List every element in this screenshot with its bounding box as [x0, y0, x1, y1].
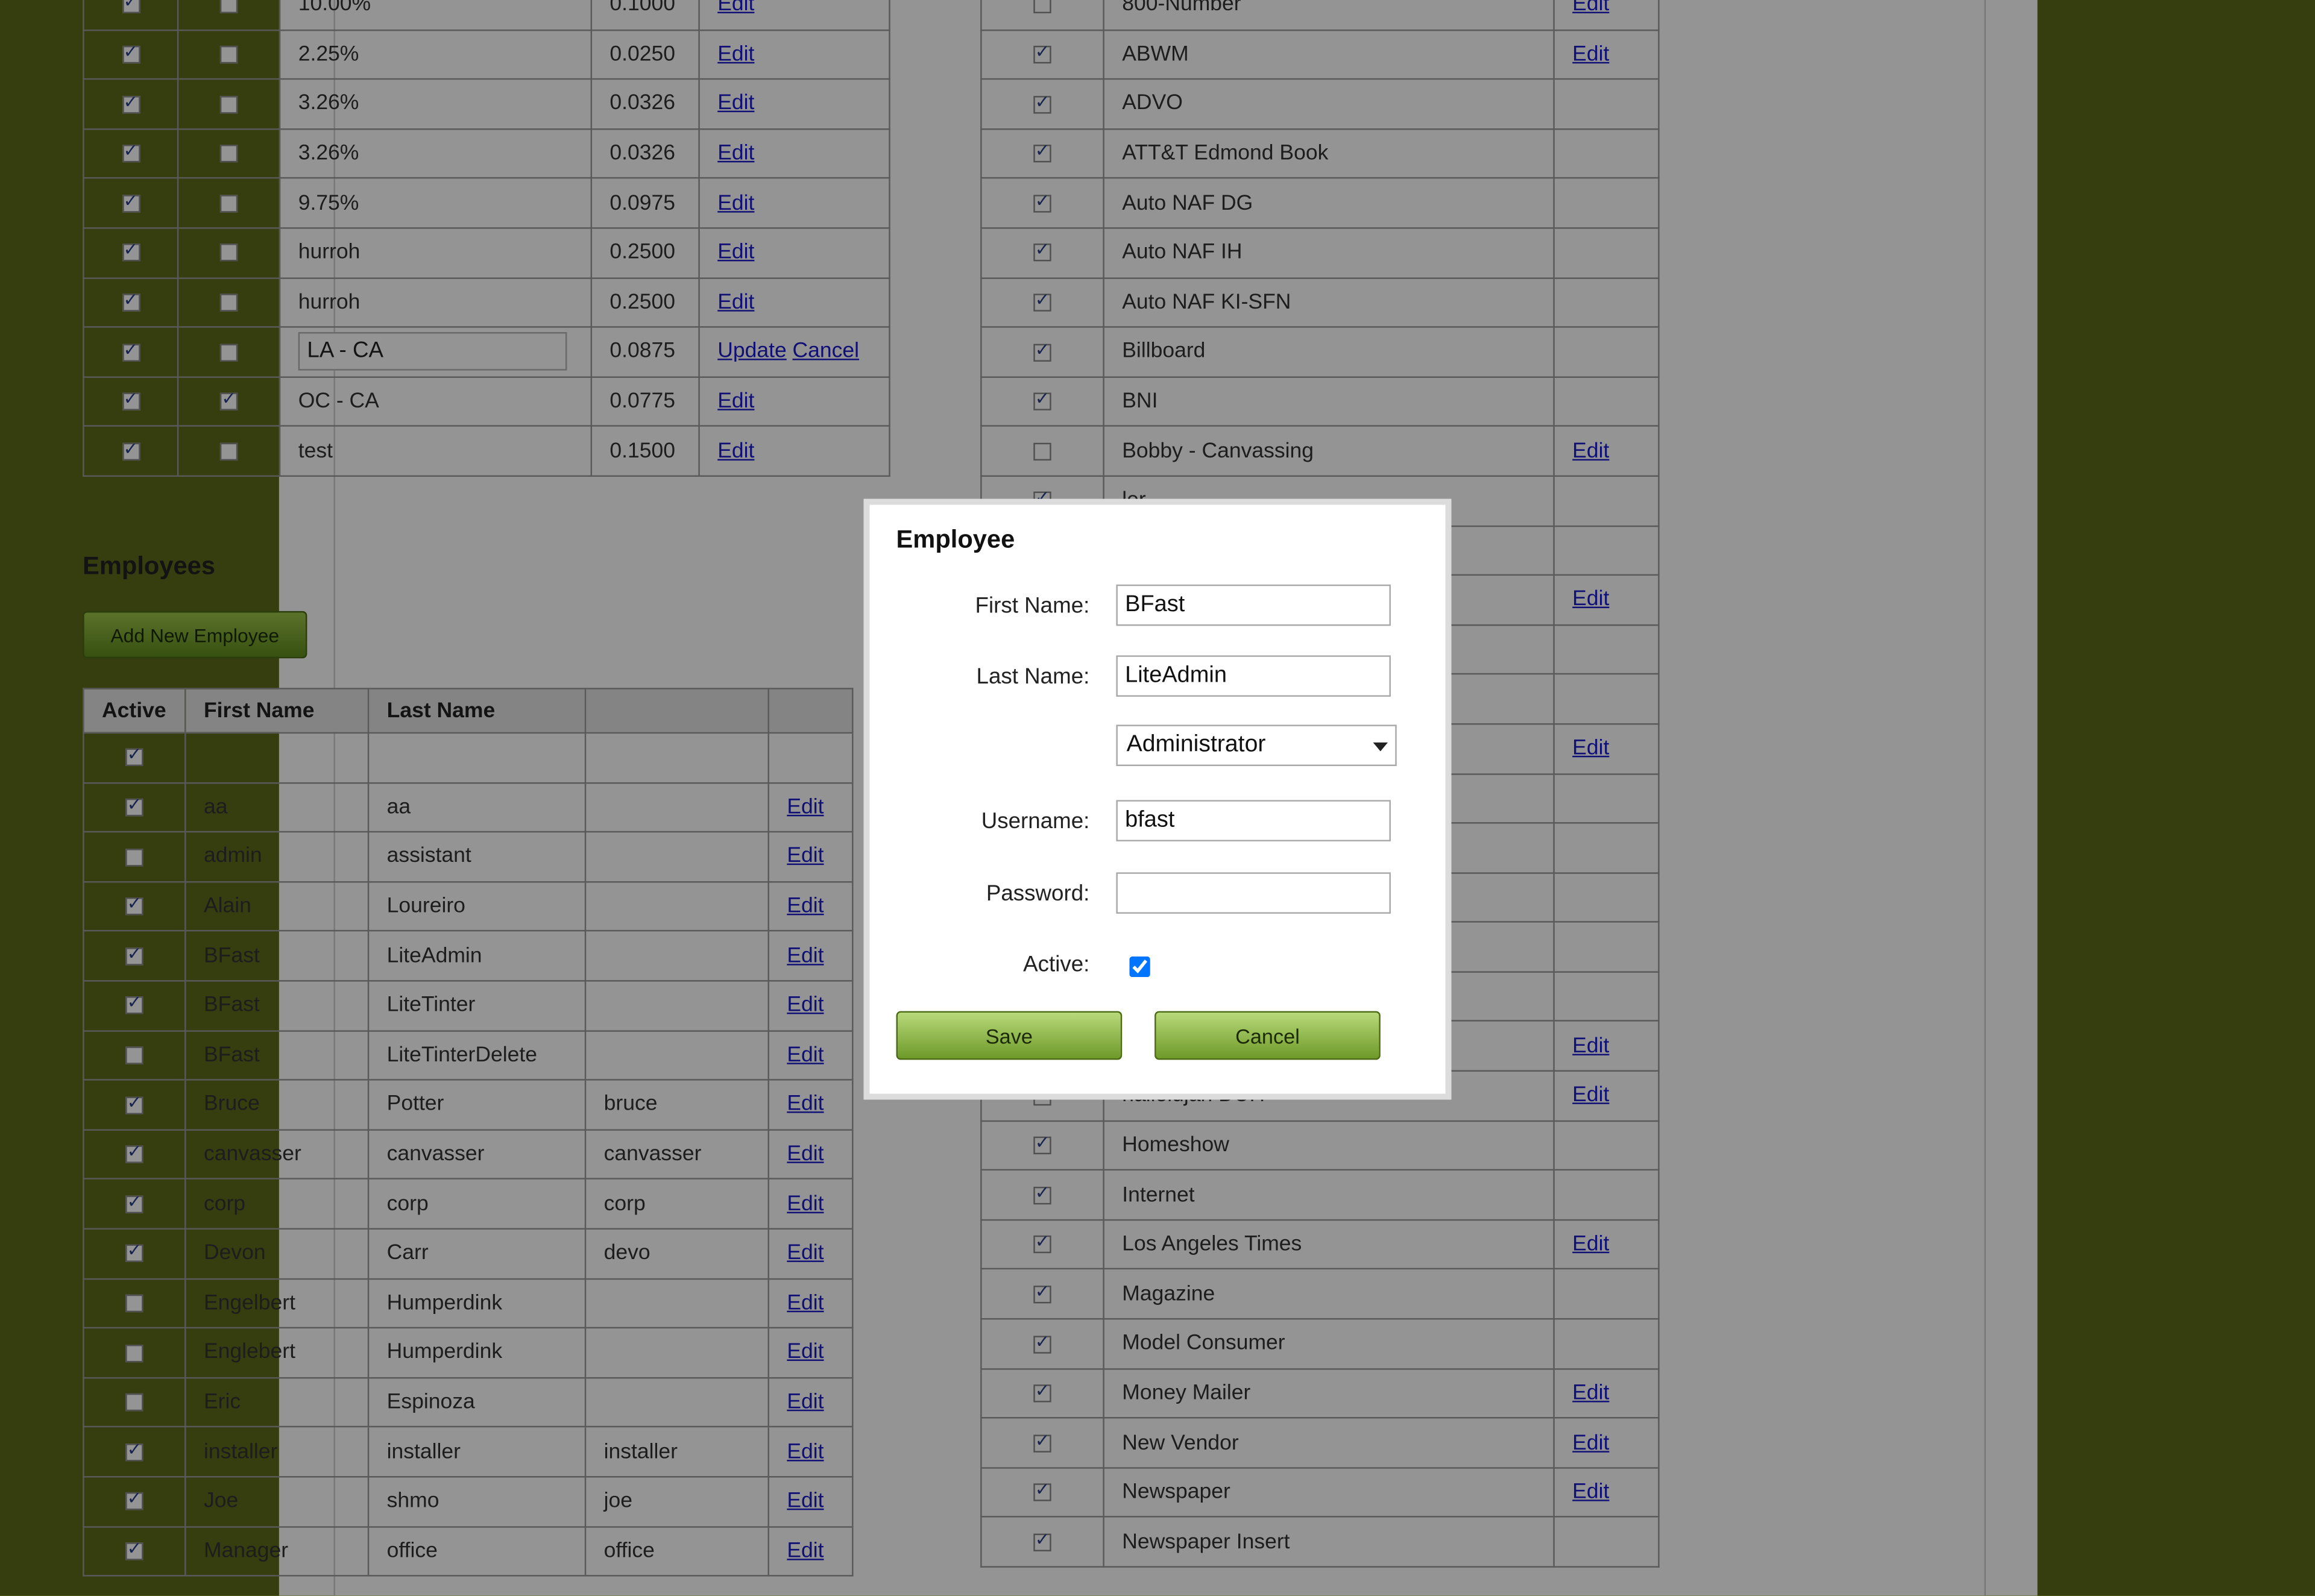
- username-label: Username:: [981, 809, 1090, 834]
- last-name-label: Last Name:: [976, 664, 1090, 690]
- last-name-field[interactable]: [1116, 655, 1391, 697]
- save-button[interactable]: Save: [896, 1011, 1123, 1060]
- active-label: Active:: [1023, 952, 1090, 978]
- first-name-label: First Name:: [975, 593, 1090, 619]
- password-field[interactable]: [1116, 872, 1391, 914]
- role-select-value: Administrator: [1126, 732, 1266, 758]
- employee-dialog: Employee First Name: Last Name: Administ…: [863, 498, 1452, 1100]
- role-select[interactable]: Administrator: [1116, 724, 1397, 767]
- username-field[interactable]: [1116, 800, 1391, 841]
- password-label: Password:: [986, 881, 1090, 906]
- active-checkbox[interactable]: [1129, 956, 1150, 978]
- first-name-field[interactable]: [1116, 584, 1391, 626]
- dialog-title: Employee: [896, 525, 1015, 554]
- chevron-down-icon: [1373, 742, 1388, 752]
- cancel-button[interactable]: Cancel: [1154, 1011, 1381, 1060]
